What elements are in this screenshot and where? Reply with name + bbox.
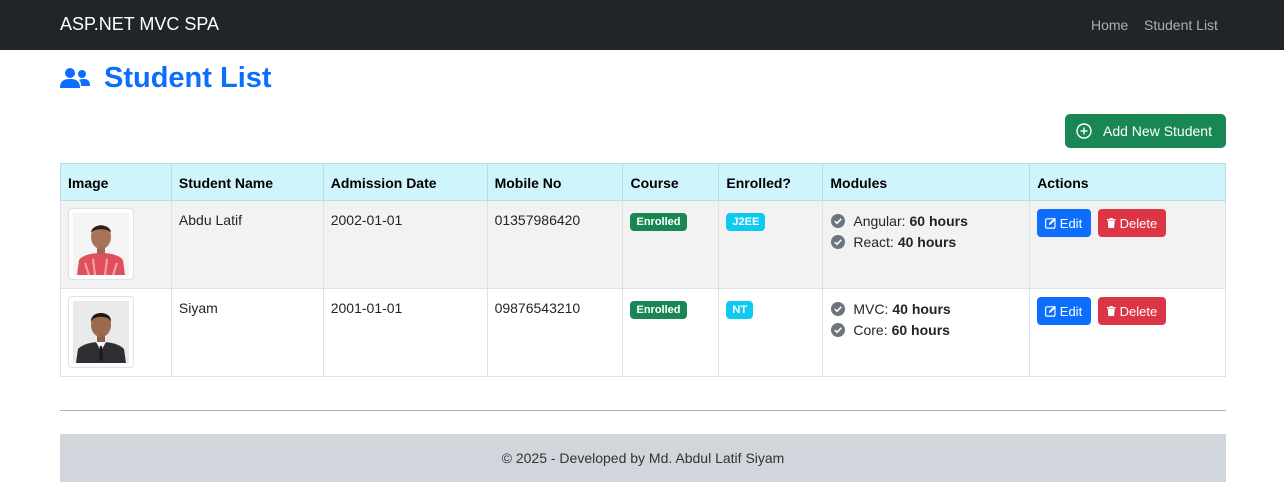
module-name: React: bbox=[853, 233, 894, 250]
module-hours: 40 hours bbox=[897, 233, 957, 250]
mobile-no-cell: 09876543210 bbox=[486, 288, 624, 377]
actions-cell: Edit Delete bbox=[1029, 200, 1226, 289]
edit-button[interactable]: Edit bbox=[1037, 297, 1092, 325]
module-hours: 60 hours bbox=[909, 212, 968, 229]
student-table: Image Student Name Admission Date Mobile… bbox=[60, 163, 1226, 377]
course-badge: Enrolled bbox=[630, 213, 687, 231]
add-new-student-button[interactable]: Add New Student bbox=[1065, 114, 1226, 148]
student-name-cell: Siyam bbox=[170, 288, 324, 377]
footer: © 2025 - Developed by Md. Abdul Latif Si… bbox=[60, 434, 1226, 482]
enrolled-badge: J2EE bbox=[726, 213, 766, 231]
header-enrolled: Enrolled? bbox=[718, 163, 824, 201]
module-name: Angular: bbox=[853, 212, 906, 229]
plus-circle-icon bbox=[1076, 123, 1092, 139]
header-actions: Actions bbox=[1029, 163, 1226, 201]
module-hours: 40 hours bbox=[892, 300, 951, 317]
delete-button[interactable]: Delete bbox=[1098, 297, 1167, 325]
edit-label: Edit bbox=[1059, 215, 1083, 231]
course-cell: Enrolled bbox=[622, 200, 720, 289]
module-name: Core: bbox=[853, 321, 888, 338]
edit-icon bbox=[1045, 305, 1057, 317]
check-circle-icon bbox=[831, 234, 846, 249]
delete-label: Delete bbox=[1119, 303, 1158, 319]
module-name: MVC: bbox=[853, 300, 889, 317]
header-student-name: Student Name bbox=[170, 163, 324, 201]
module-item: Core: 60 hours bbox=[830, 319, 1022, 340]
trash-icon bbox=[1107, 305, 1116, 317]
check-circle-icon bbox=[831, 322, 846, 337]
nav-link-home[interactable]: Home bbox=[1091, 17, 1128, 33]
header-modules: Modules bbox=[822, 163, 1031, 201]
enrolled-cell: NT bbox=[718, 288, 824, 377]
student-photo bbox=[68, 208, 134, 280]
divider bbox=[60, 410, 1226, 411]
trash-icon bbox=[1107, 217, 1116, 229]
check-circle-icon bbox=[831, 301, 846, 316]
course-badge: Enrolled bbox=[630, 301, 687, 319]
add-new-student-label: Add New Student bbox=[1103, 123, 1212, 139]
student-photo bbox=[68, 296, 134, 368]
edit-icon bbox=[1045, 217, 1057, 229]
table-header-row: Image Student Name Admission Date Mobile… bbox=[60, 163, 1226, 201]
admission-date-cell: 2002-01-01 bbox=[322, 200, 488, 289]
delete-button[interactable]: Delete bbox=[1098, 209, 1167, 237]
modules-cell: MVC: 40 hours Core: 60 hours bbox=[822, 288, 1031, 377]
module-hours: 60 hours bbox=[891, 321, 950, 338]
navbar: ASP.NET MVC SPA Home Student List bbox=[0, 0, 1284, 50]
edit-button[interactable]: Edit bbox=[1037, 209, 1092, 237]
admission-date-cell: 2001-01-01 bbox=[322, 288, 488, 377]
users-icon bbox=[60, 68, 90, 88]
course-cell: Enrolled bbox=[622, 288, 720, 377]
table-row: Siyam 2001-01-01 09876543210 Enrolled NT… bbox=[60, 288, 1226, 377]
image-cell bbox=[60, 288, 172, 377]
module-item: MVC: 40 hours bbox=[830, 298, 1022, 319]
header-image: Image bbox=[60, 163, 172, 201]
nav-link-student-list[interactable]: Student List bbox=[1144, 17, 1218, 33]
navbar-brand[interactable]: ASP.NET MVC SPA bbox=[60, 14, 219, 35]
enrolled-badge: NT bbox=[726, 301, 754, 319]
student-name-cell: Abdu Latif bbox=[170, 200, 324, 289]
page-title: Student List bbox=[60, 60, 272, 96]
module-item: Angular: 60 hours bbox=[830, 210, 1022, 231]
actions-cell: Edit Delete bbox=[1029, 288, 1226, 377]
modules-cell: Angular: 60 hours React: 40 hours bbox=[822, 200, 1031, 289]
header-admission-date: Admission Date bbox=[322, 163, 488, 201]
image-cell bbox=[60, 200, 172, 289]
mobile-no-cell: 01357986420 bbox=[486, 200, 624, 289]
check-circle-icon bbox=[831, 213, 846, 228]
enrolled-cell: J2EE bbox=[718, 200, 824, 289]
header-mobile-no: Mobile No bbox=[486, 163, 624, 201]
edit-label: Edit bbox=[1059, 303, 1083, 319]
module-item: React: 40 hours bbox=[830, 231, 1022, 252]
header-course: Course bbox=[622, 163, 720, 201]
footer-text: © 2025 - Developed by Md. Abdul Latif Si… bbox=[501, 450, 785, 466]
delete-label: Delete bbox=[1119, 215, 1158, 231]
page-title-text: Student List bbox=[104, 61, 272, 94]
table-row: Abdu Latif 2002-01-01 01357986420 Enroll… bbox=[60, 200, 1226, 289]
